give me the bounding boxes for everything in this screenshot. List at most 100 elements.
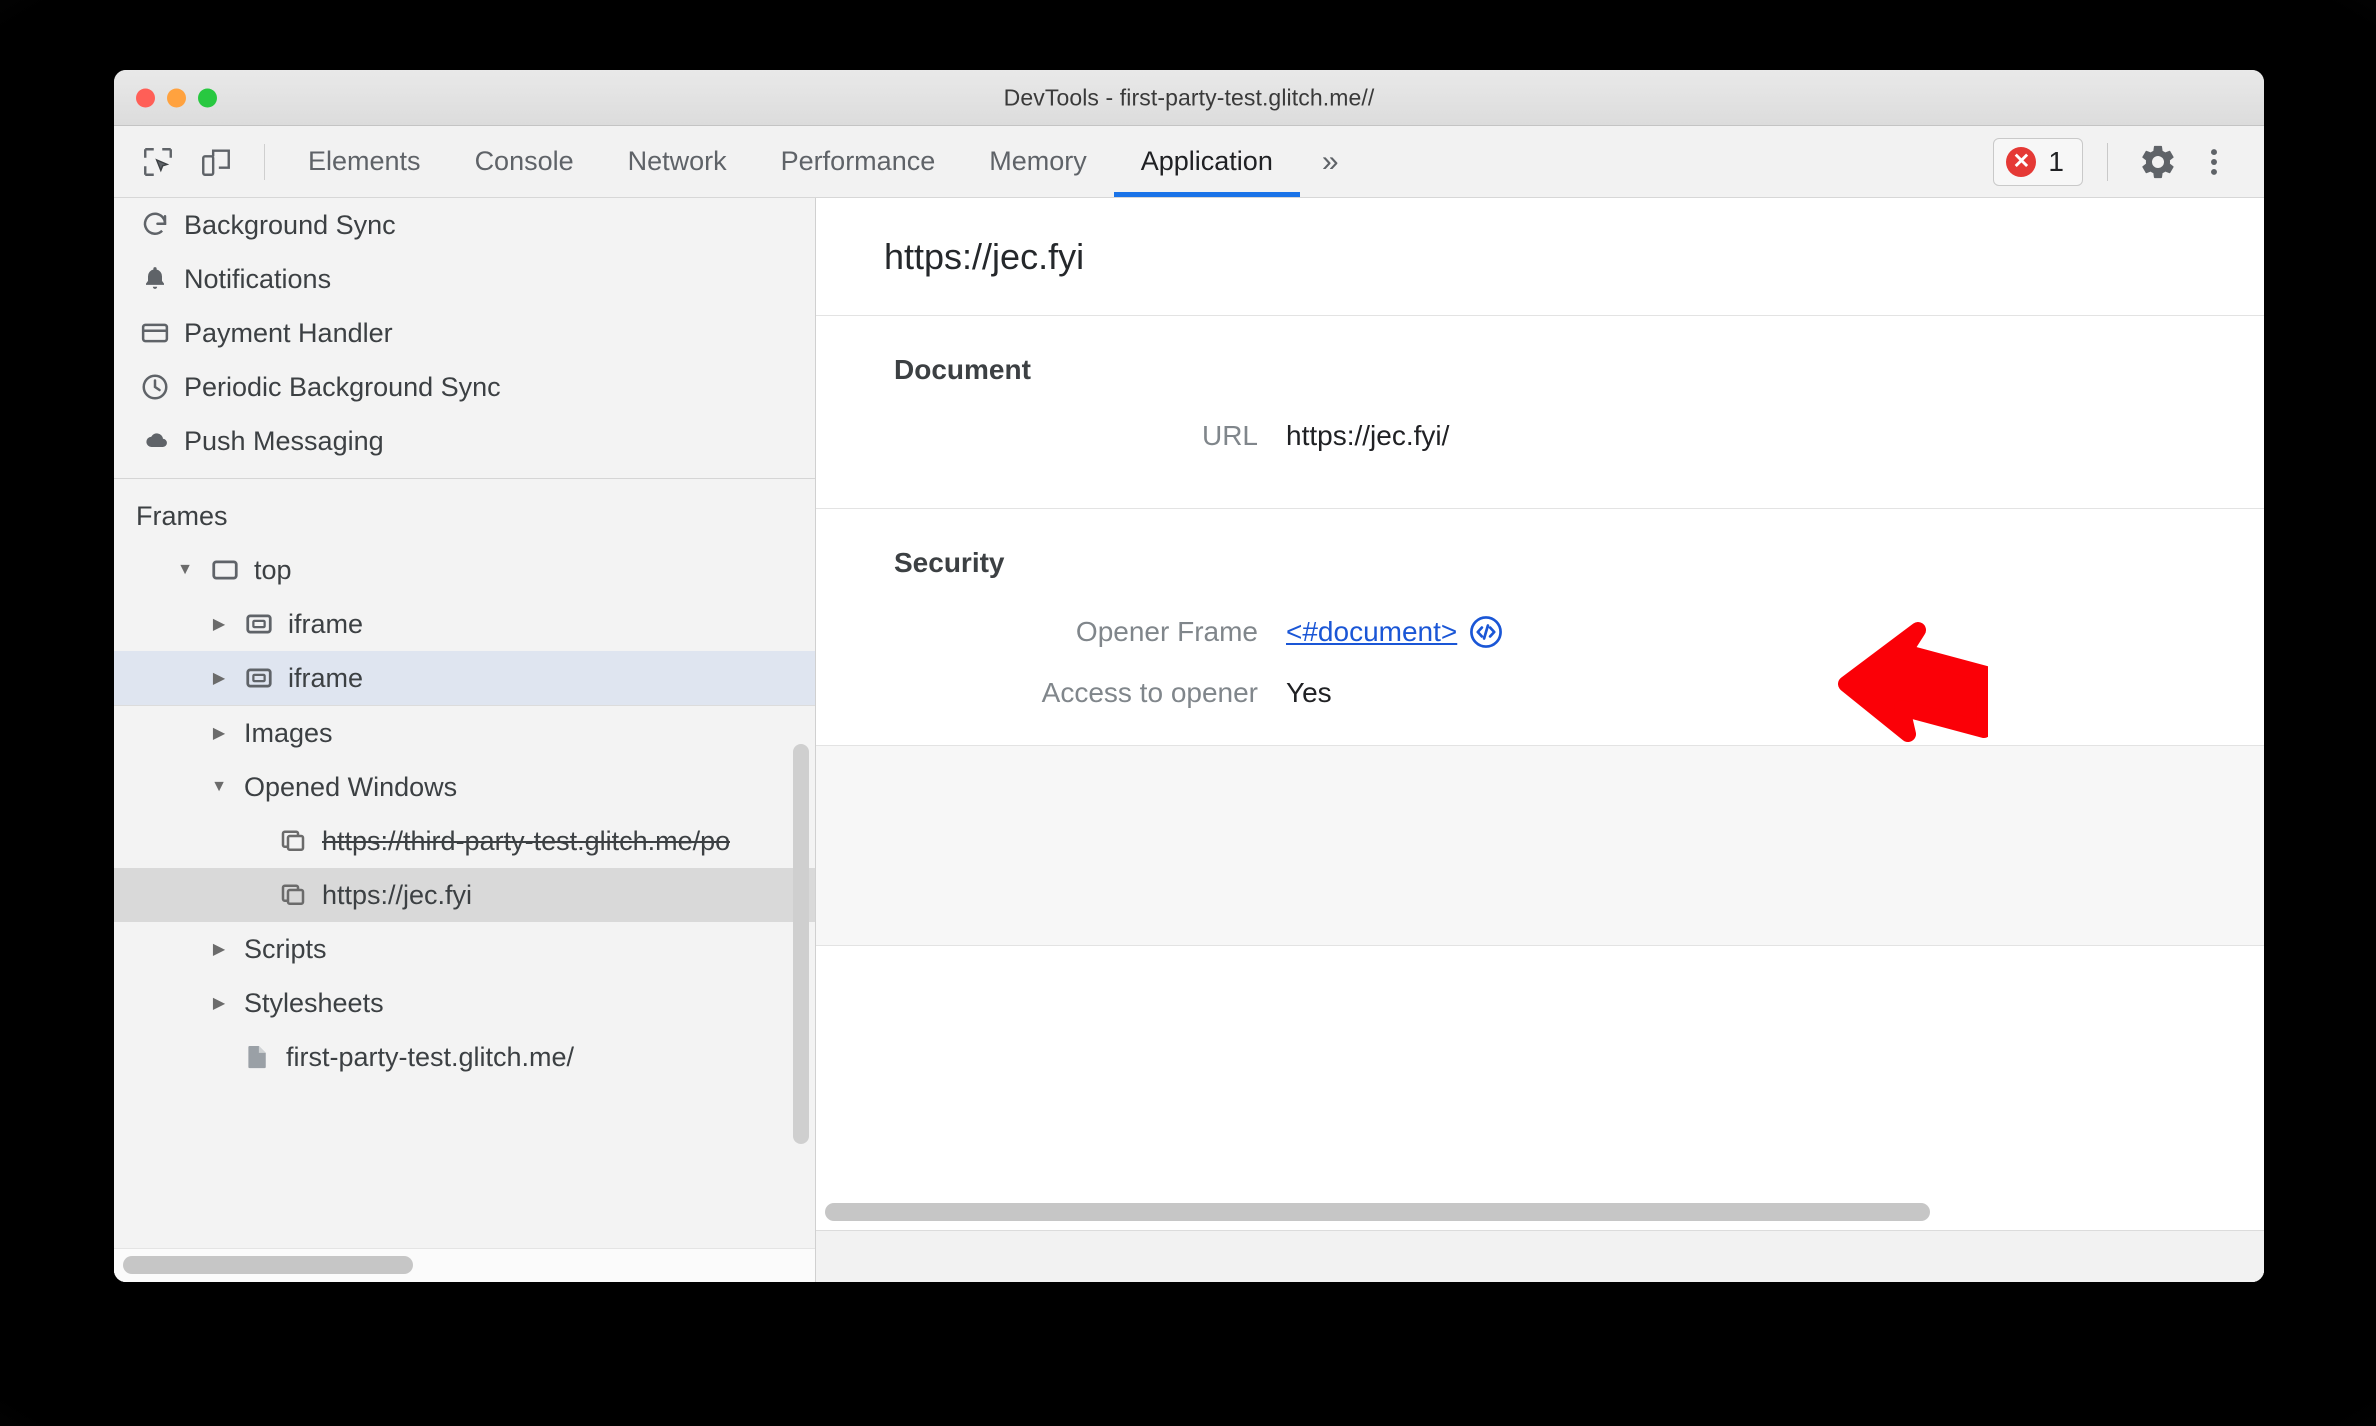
- frame-label: Opened Windows: [244, 771, 458, 802]
- access-to-opener-key: Access to opener: [1041, 677, 1258, 708]
- frame-node-scripts[interactable]: ▶ Scripts: [114, 922, 815, 976]
- toolbar-right: ✕ 1: [1993, 136, 2264, 188]
- chevron-right-icon[interactable]: ▶: [204, 993, 234, 1013]
- window-icon: [278, 826, 308, 856]
- window-title: DevTools - first-party-test.glitch.me//: [1003, 84, 1375, 110]
- security-section: Security Opener Frame <#document> Access…: [816, 509, 2264, 746]
- sidebar-tree: Background Sync Notifications Payment Ha…: [114, 198, 815, 1084]
- opener-frame-row: Opener Frame <#document>: [816, 613, 2264, 651]
- chevron-down-icon[interactable]: ▼: [170, 561, 200, 579]
- frame-node-images[interactable]: ▶ Images: [114, 706, 815, 760]
- opened-window-third-party[interactable]: https://third-party-test.glitch.me/po: [114, 814, 815, 868]
- tab-network[interactable]: Network: [601, 126, 754, 197]
- frame-node-top[interactable]: ▼ top: [114, 543, 815, 597]
- frame-label: Images: [244, 717, 333, 748]
- main-scrollbar-thumb[interactable]: [825, 1203, 1930, 1221]
- empty-area: [816, 746, 2264, 946]
- device-toolbar-icon[interactable]: [190, 136, 242, 188]
- sidebar-scrollbar-thumb[interactable]: [123, 1256, 413, 1274]
- window-titlebar: DevTools - first-party-test.glitch.me//: [114, 70, 2264, 126]
- frame-node-first-party-document[interactable]: first-party-test.glitch.me/: [114, 1030, 815, 1084]
- sync-icon: [140, 210, 170, 240]
- frame-node-opened-windows[interactable]: ▼ Opened Windows: [114, 760, 815, 814]
- devtools-panes: Background Sync Notifications Payment Ha…: [114, 198, 2264, 1282]
- bell-icon: [140, 264, 170, 294]
- chevron-right-icon[interactable]: ▶: [204, 668, 234, 688]
- sidebar-item-label: Background Sync: [184, 209, 396, 240]
- toolbar-left-icons: [114, 136, 281, 188]
- document-url-row: URL https://jec.fyi/: [816, 420, 2264, 452]
- main-bottom-bar: [816, 1230, 2264, 1282]
- frames-title: Frames: [136, 500, 228, 531]
- inspect-cursor-icon[interactable]: [132, 136, 184, 188]
- chevron-right-icon[interactable]: ▶: [204, 939, 234, 959]
- error-count-label: 1: [2048, 145, 2064, 177]
- sidebar-item-label: Payment Handler: [184, 317, 393, 348]
- document-url-value: https://jec.fyi/: [1286, 420, 1450, 451]
- document-section-title: Document: [894, 354, 1031, 385]
- toolbar-right-divider: [2107, 142, 2108, 181]
- panel-tabs: Elements Console Network Performance Mem…: [281, 126, 1361, 197]
- application-sidebar[interactable]: Background Sync Notifications Payment Ha…: [114, 198, 816, 1282]
- iframe-icon: [244, 609, 274, 639]
- error-circle-x-icon: ✕: [2006, 146, 2037, 177]
- sidebar-item-push-messaging[interactable]: Push Messaging: [114, 414, 815, 468]
- frame-details-header: https://jec.fyi: [816, 198, 2264, 316]
- security-section-title: Security: [894, 547, 1005, 578]
- chevron-right-icon[interactable]: ▶: [204, 723, 234, 743]
- opened-window-label: https://jec.fyi: [322, 879, 473, 910]
- opened-window-jec-fyi[interactable]: https://jec.fyi: [114, 868, 815, 922]
- sidebar-vertical-scrollbar[interactable]: [793, 744, 809, 1144]
- sidebar-divider: [114, 478, 815, 479]
- frame-node-iframe-1[interactable]: ▶ iframe: [114, 597, 815, 651]
- frame-label: iframe: [288, 608, 364, 639]
- sidebar-item-label: Push Messaging: [184, 425, 384, 456]
- toolbar-divider: [264, 143, 265, 180]
- error-count-badge[interactable]: ✕ 1: [1993, 137, 2083, 186]
- chevron-down-icon[interactable]: ▼: [204, 778, 234, 796]
- gear-icon[interactable]: [2132, 136, 2184, 188]
- clock-icon: [140, 372, 170, 402]
- opener-frame-value-wrap: <#document>: [1286, 613, 1505, 651]
- tab-application[interactable]: Application: [1113, 126, 1300, 197]
- sidebar-item-notifications[interactable]: Notifications: [114, 252, 815, 306]
- sidebar-item-label: Notifications: [184, 263, 332, 294]
- frame-node-iframe-2[interactable]: ▶ iframe: [114, 651, 815, 705]
- frame-label: Stylesheets: [244, 987, 384, 1018]
- document-icon: [242, 1042, 272, 1072]
- frame-node-stylesheets[interactable]: ▶ Stylesheets: [114, 976, 815, 1030]
- opener-frame-key: Opener Frame: [1075, 616, 1258, 647]
- opener-frame-link[interactable]: <#document>: [1286, 616, 1457, 648]
- frame-label: iframe: [288, 662, 364, 693]
- sidebar-item-background-sync[interactable]: Background Sync: [114, 198, 815, 252]
- access-to-opener-row: Access to opener Yes: [816, 677, 2264, 709]
- iframe-icon: [244, 663, 274, 693]
- devtools-toolbar: Elements Console Network Performance Mem…: [114, 126, 2264, 198]
- frame-details-panel: https://jec.fyi Document URL https://jec…: [816, 198, 2264, 1282]
- frame-label: top: [254, 554, 292, 585]
- chevron-right-icon[interactable]: ▶: [204, 614, 234, 634]
- frame-icon: [210, 555, 240, 585]
- document-section: Document URL https://jec.fyi/: [816, 316, 2264, 509]
- tab-console[interactable]: Console: [448, 126, 601, 197]
- kebab-menu-icon[interactable]: [2188, 136, 2240, 188]
- code-circle-icon[interactable]: [1467, 613, 1505, 651]
- tab-memory[interactable]: Memory: [962, 126, 1114, 197]
- tab-performance[interactable]: Performance: [754, 126, 963, 197]
- main-horizontal-scrollbar[interactable]: [816, 1196, 2264, 1230]
- devtools-window: DevTools - first-party-test.glitch.me//: [114, 70, 2264, 1282]
- page-title: https://jec.fyi: [884, 235, 1085, 277]
- credit-card-icon: [140, 318, 170, 348]
- sidebar-horizontal-scrollbar[interactable]: [114, 1248, 815, 1282]
- cloud-icon: [140, 426, 170, 456]
- tab-elements[interactable]: Elements: [281, 126, 448, 197]
- opened-window-label: https://third-party-test.glitch.me/po: [322, 825, 731, 856]
- document-url-key: URL: [1201, 420, 1258, 451]
- sidebar-item-periodic-background-sync[interactable]: Periodic Background Sync: [114, 360, 815, 414]
- sidebar-item-payment-handler[interactable]: Payment Handler: [114, 306, 815, 360]
- access-to-opener-value: Yes: [1286, 677, 1332, 708]
- more-tabs-button[interactable]: »: [1300, 126, 1361, 197]
- window-icon: [278, 880, 308, 910]
- screenshot-root: DevTools - first-party-test.glitch.me//: [0, 0, 2376, 1426]
- sidebar-item-label: Periodic Background Sync: [184, 371, 501, 402]
